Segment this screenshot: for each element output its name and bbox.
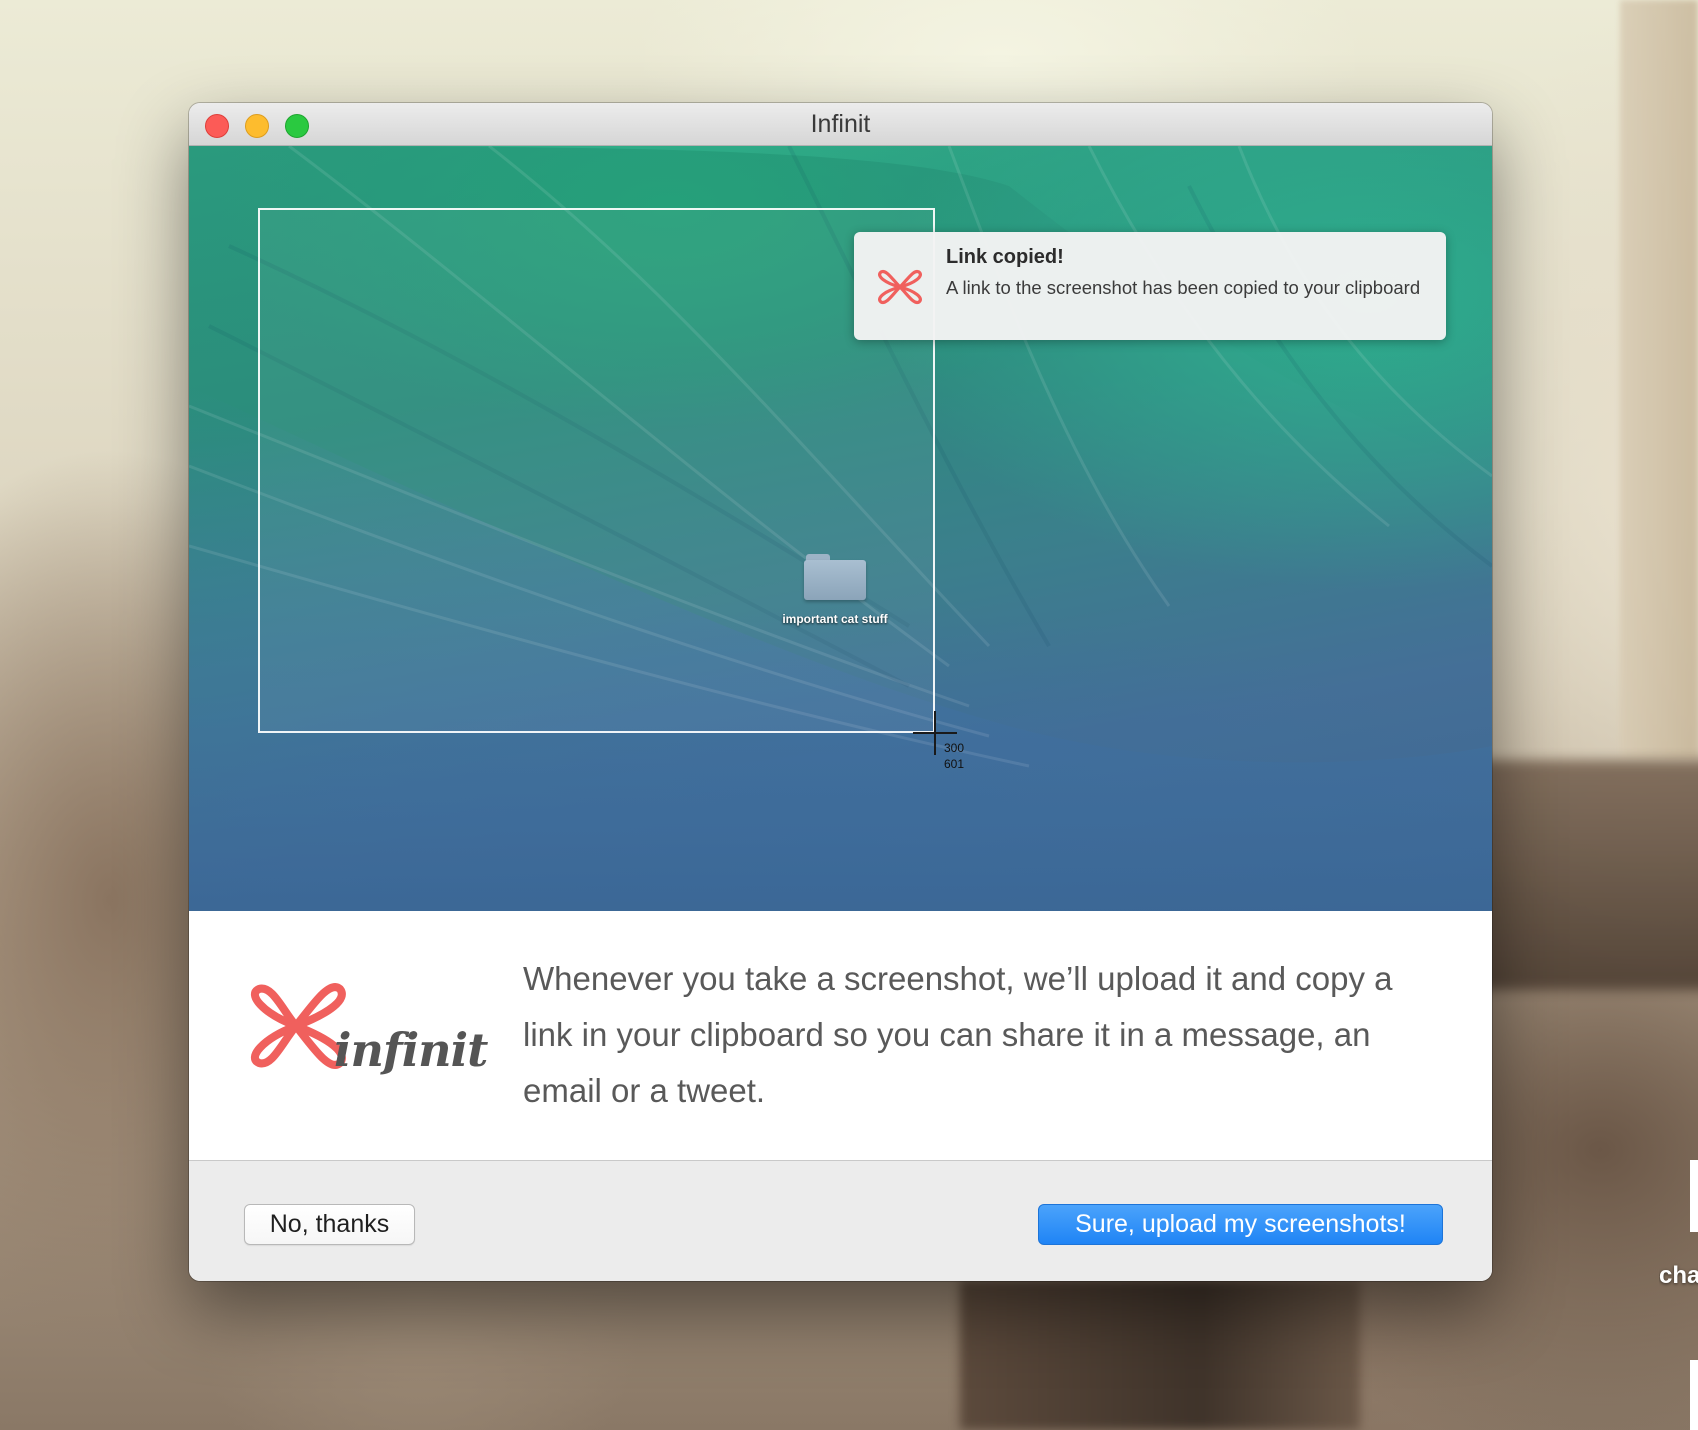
- title-bar[interactable]: Infinit: [189, 103, 1492, 146]
- background-post: [960, 1280, 1360, 1430]
- link-copied-notification[interactable]: Link copied! A link to the screenshot ha…: [854, 232, 1446, 340]
- background-window-edge: [1690, 1160, 1698, 1232]
- logo-wordmark: infinit: [334, 1023, 488, 1077]
- background-window-edge: [1690, 1360, 1698, 1430]
- description-panel: infinit Whenever you take a screenshot, …: [189, 911, 1492, 1161]
- upload-screenshots-button[interactable]: Sure, upload my screenshots!: [1038, 1204, 1443, 1245]
- folder-icon: [804, 554, 866, 600]
- description-text: Whenever you take a screenshot, we’ll up…: [523, 960, 1393, 1109]
- infinit-window: Infinit important cat stuff 300 601 Link…: [189, 103, 1492, 1281]
- infinit-logo-icon: [878, 269, 922, 305]
- desktop-folder[interactable]: important cat stuff: [770, 554, 900, 627]
- button-bar: No, thanks Sure, upload my screenshots!: [189, 1161, 1492, 1281]
- background-beam: [1480, 760, 1698, 990]
- no-thanks-button[interactable]: No, thanks: [244, 1204, 415, 1245]
- background-pillar: [1620, 0, 1698, 760]
- window-title: Infinit: [810, 110, 871, 138]
- notification-body: A link to the screenshot has been copied…: [946, 277, 1421, 298]
- coordinate-y: 601: [944, 757, 965, 771]
- folder-label: important cat stuff: [782, 612, 888, 626]
- background-partial-text: cha: [1659, 1262, 1698, 1289]
- coordinate-readout: 300 601: [944, 740, 964, 772]
- screenshot-preview: important cat stuff 300 601 Link copied!…: [189, 146, 1492, 911]
- selection-rectangle: [258, 208, 935, 733]
- notification-title: Link copied!: [946, 246, 1064, 268]
- coordinate-x: 300: [944, 741, 965, 755]
- infinit-logo: infinit: [244, 971, 488, 1099]
